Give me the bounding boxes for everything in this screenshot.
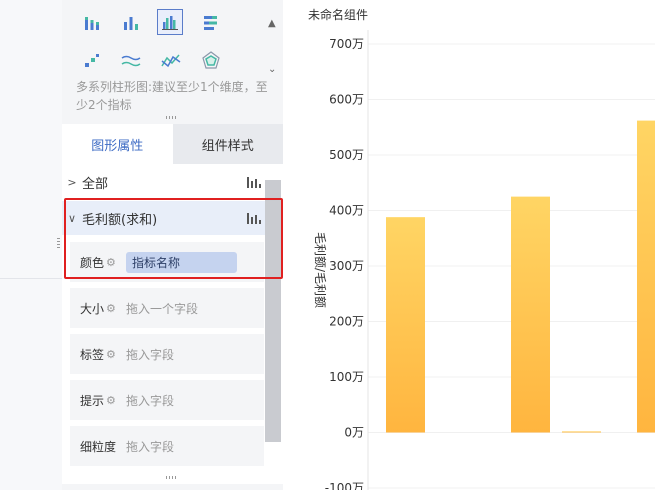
section-measure-label: 毛利额(求和) — [82, 212, 158, 228]
graphic-properties-content: > 全部 ∨ 毛利额(求和) 颜色 ⚙ 指标名称 大小 ⚙ 拖入一个字段 标签 — [62, 164, 283, 484]
field-color-label: 颜色 — [80, 255, 105, 270]
y-tick-label: 200万 — [329, 315, 364, 329]
stacked-bar-icon[interactable] — [79, 10, 105, 36]
color-field-chip[interactable]: 指标名称 — [126, 251, 237, 273]
pane-resize-handle[interactable] — [57, 238, 60, 250]
size-drop-zone[interactable]: 拖入一个字段 — [126, 300, 264, 317]
left-pane — [0, 0, 63, 490]
y-tick-label: 300万 — [329, 259, 364, 273]
y-tick-label: 100万 — [329, 370, 364, 384]
tooltip-drop-zone[interactable]: 拖入字段 — [126, 392, 264, 409]
granularity-drop-zone[interactable]: 拖入字段 — [126, 438, 264, 455]
field-label: 标签 ⚙ 拖入字段 — [70, 334, 264, 374]
y-axis-label: 毛利额/毛利额 — [313, 232, 327, 308]
y-tick-label: 400万 — [329, 204, 364, 218]
field-size: 大小 ⚙ 拖入一个字段 — [70, 288, 264, 328]
chart-property-panel: ▲ ⌄ 多系列柱形图:建议至少1个维度，至少2个指标 图形属性 组件样式 > 全… — [62, 0, 283, 490]
chevron-down-icon[interactable]: ⌄ — [268, 64, 276, 75]
bar[interactable] — [511, 196, 550, 433]
bar[interactable] — [637, 120, 655, 433]
field-color: 颜色 ⚙ 指标名称 — [70, 242, 264, 282]
section-all-label: 全部 — [82, 176, 109, 192]
field-granularity-label: 细粒度 — [80, 439, 117, 454]
bar-chart-icon[interactable] — [243, 211, 265, 225]
scrollbar-thumb[interactable] — [265, 180, 281, 442]
field-size-label: 大小 — [80, 301, 105, 316]
y-tick-label: 600万 — [329, 93, 364, 107]
field-tooltip-label: 提示 — [80, 393, 105, 408]
chart-type-selector: ▲ ⌄ 多系列柱形图:建议至少1个维度，至少2个指标 — [62, 0, 283, 122]
left-pane-divider — [0, 278, 62, 279]
y-tick-label: 500万 — [329, 148, 364, 162]
multi-series-bar-icon[interactable] — [157, 9, 183, 35]
panel-resize-handle[interactable] — [166, 476, 178, 479]
section-all[interactable]: > 全部 — [62, 165, 265, 199]
chevron-up-icon[interactable]: ▲ — [268, 18, 276, 29]
scatter-icon[interactable] — [79, 48, 105, 74]
y-tick-label: 0万 — [344, 426, 364, 440]
panel-resize-handle[interactable] — [166, 116, 178, 119]
bar-chart: 700万 600万 500万 400万 300万 200万 100万 0万 -100万 毛利额/毛… — [313, 30, 655, 490]
radar-icon[interactable] — [198, 48, 224, 74]
gear-icon[interactable]: ⚙ — [106, 394, 126, 407]
field-granularity: 细粒度 拖入字段 — [70, 426, 264, 466]
tab-component-style[interactable]: 组件样式 — [172, 124, 283, 164]
label-drop-zone[interactable]: 拖入字段 — [126, 346, 264, 363]
y-tick-label: 700万 — [329, 37, 364, 51]
bar-chart-icon[interactable] — [243, 175, 265, 189]
horizontal-bar-icon[interactable] — [198, 10, 224, 36]
line-icon[interactable] — [118, 48, 144, 74]
bar[interactable] — [562, 431, 601, 433]
y-tick-label: -100万 — [325, 481, 364, 490]
gear-icon[interactable]: ⚙ — [106, 348, 126, 361]
chart-type-hint: 多系列柱形图:建议至少1个维度，至少2个指标 — [76, 80, 268, 112]
property-tabs: 图形属性 组件样式 — [62, 124, 283, 164]
grouped-bar-icon[interactable] — [118, 10, 144, 36]
chart-canvas: 未命名组件 700万 600万 500万 400万 300万 200万 100万 0万 -100… — [298, 0, 655, 490]
gear-icon[interactable]: ⚙ — [106, 302, 126, 315]
area-line-icon[interactable] — [158, 48, 184, 74]
tab-graphic-properties[interactable]: 图形属性 — [62, 124, 173, 164]
section-measure[interactable]: ∨ 毛利额(求和) — [62, 201, 265, 235]
bar[interactable] — [386, 217, 425, 433]
field-label-label: 标签 — [80, 347, 105, 362]
gear-icon[interactable]: ⚙ — [106, 256, 126, 269]
chevron-down-icon: ∨ — [67, 211, 77, 225]
field-tooltip: 提示 ⚙ 拖入字段 — [70, 380, 264, 420]
chevron-right-icon: > — [67, 175, 77, 189]
